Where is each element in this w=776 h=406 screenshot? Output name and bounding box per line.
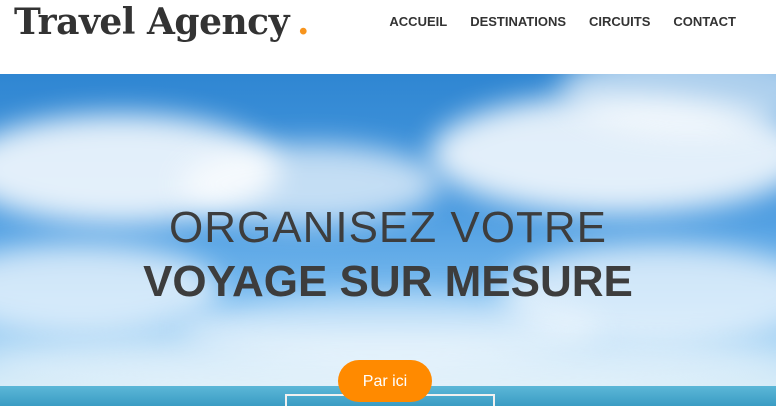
main-nav: ACCUEIL DESTINATIONS CIRCUITS CONTACT (389, 14, 736, 30)
brand-name: Travel Agency (14, 1, 290, 43)
cta-button[interactable]: Par ici (338, 360, 432, 402)
site-header: Travel Agency. ACCUEIL DESTINATIONS CIRC… (0, 0, 776, 74)
hero-banner: ORGANISEZ VOTRE VOYAGE SUR MESURE Par ic… (0, 74, 776, 406)
hero-title-line1: ORGANISEZ VOTRE (169, 203, 607, 252)
nav-link-contact[interactable]: CONTACT (673, 14, 736, 30)
hero-title-line2: VOYAGE SUR MESURE (143, 257, 633, 306)
nav-link-destinations[interactable]: DESTINATIONS (470, 14, 566, 30)
nav-link-accueil[interactable]: ACCUEIL (389, 14, 447, 30)
nav-link-circuits[interactable]: CIRCUITS (589, 14, 650, 30)
site-logo[interactable]: Travel Agency. (14, 0, 310, 44)
brand-dot: . (297, 1, 310, 43)
